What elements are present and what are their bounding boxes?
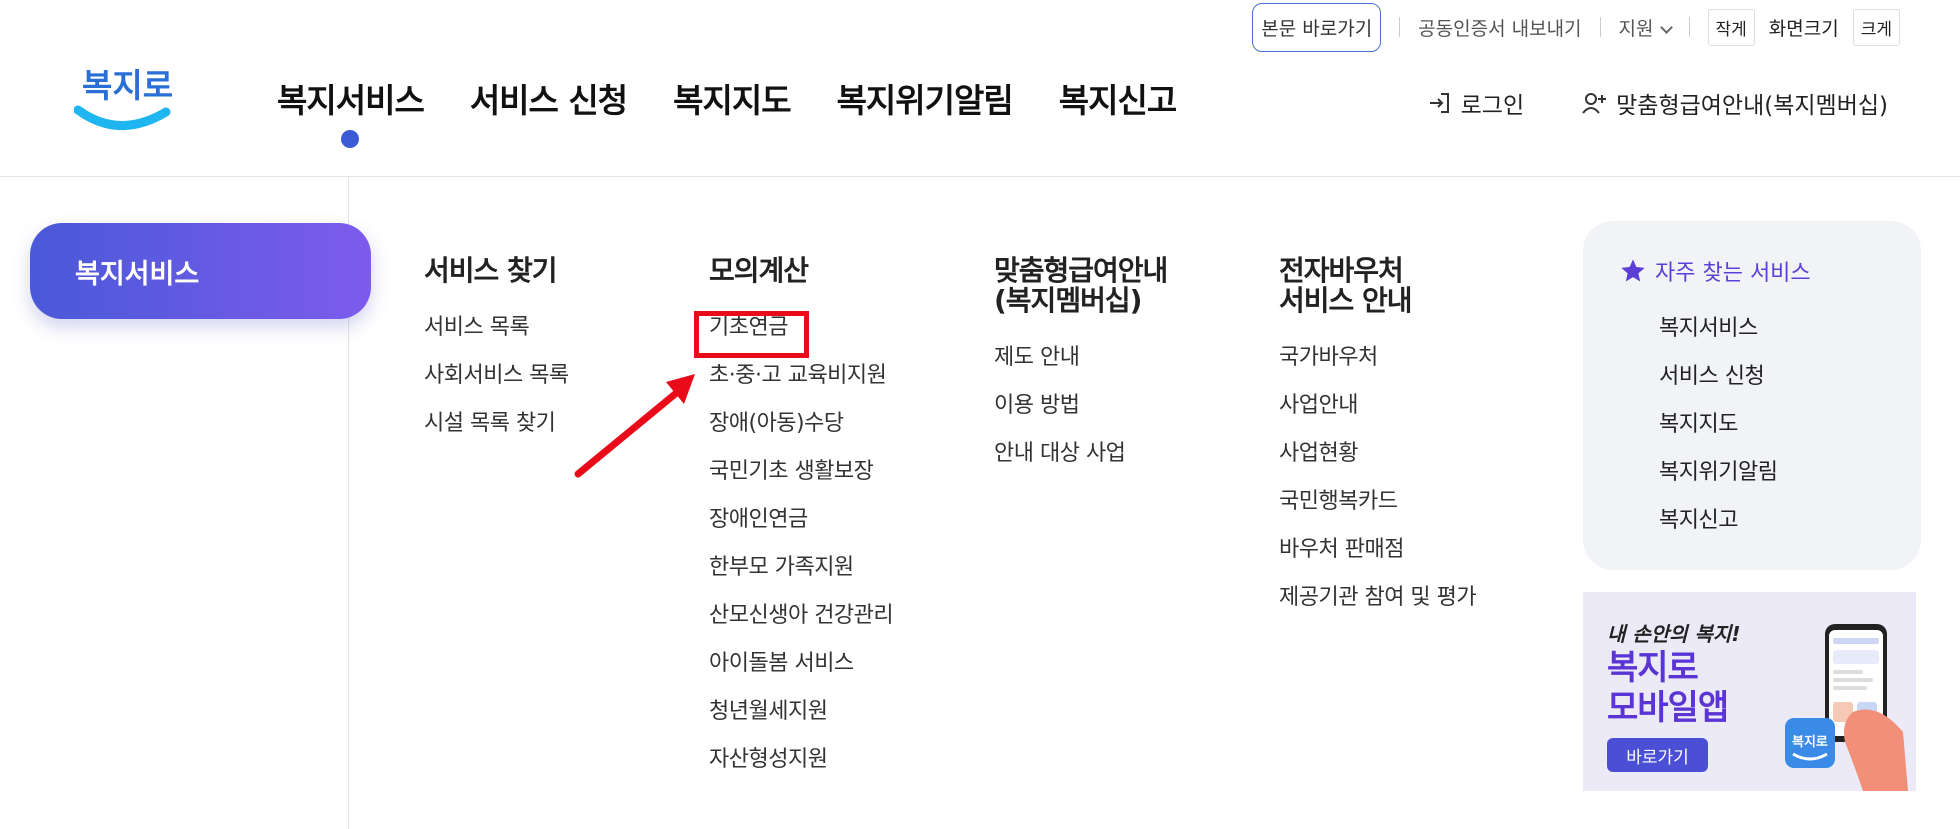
menu-column-voucher: 전자바우처 서비스 안내 국가바우처 사업안내 사업현황 국민행복카드 바우처 … — [1279, 256, 1477, 622]
menu-item-target-programs[interactable]: 안내 대상 사업 — [994, 430, 1167, 478]
nav-service-apply[interactable]: 서비스 신청 — [470, 74, 628, 122]
export-cert-link[interactable]: 공동인증서 내보내기 — [1418, 14, 1581, 41]
utility-bar: 본문 바로가기 공동인증서 내보내기 지원 작게 화면크기 크게 — [1252, 0, 1900, 54]
site-logo[interactable]: 복지로 — [73, 52, 174, 138]
menu-item-disability-child-allowance[interactable]: 장애(아동)수당 — [709, 400, 893, 448]
login-link[interactable]: 로그인 — [1425, 86, 1524, 120]
banner-go-button[interactable]: 바로가기 — [1607, 738, 1708, 772]
column-title: 전자바우처 서비스 안내 — [1279, 256, 1476, 316]
menu-item-asset-building[interactable]: 자산형성지원 — [709, 736, 893, 784]
star-icon — [1621, 259, 1645, 282]
menu-item-service-list[interactable]: 서비스 목록 — [424, 304, 569, 352]
column-title-line2: (복지멤버십) — [994, 284, 1142, 317]
menu-item-how-to-use[interactable]: 이용 방법 — [994, 382, 1167, 430]
divider — [1399, 17, 1401, 37]
menu-item-national-voucher[interactable]: 국가바우처 — [1279, 334, 1476, 382]
font-small-button[interactable]: 작게 — [1707, 8, 1755, 46]
menu-column-membership: 맞춤형급여안내 (복지멤버십) 제도 안내 이용 방법 안내 대상 사업 — [994, 254, 1168, 478]
favorite-item-service-apply[interactable]: 서비스 신청 — [1659, 353, 1777, 401]
favorites-title-label: 자주 찾는 서비스 — [1655, 261, 1811, 286]
favorites-panel: 자주 찾는 서비스 복지서비스 서비스 신청 복지지도 복지위기알림 복지신고 — [1583, 221, 1921, 570]
user-plus-icon — [1582, 93, 1607, 114]
column-title-line1: 전자바우처 — [1279, 254, 1404, 287]
banner-tagline: 내 손안의 복지! — [1607, 622, 1741, 646]
menu-item-youth-rent-support[interactable]: 청년월세지원 — [709, 688, 893, 736]
menu-item-voucher-store[interactable]: 바우처 판매점 — [1279, 526, 1476, 574]
main-nav: 복지서비스 서비스 신청 복지지도 복지위기알림 복지신고 — [277, 74, 1177, 148]
column-title: 맞춤형급여안내 (복지멤버십) — [994, 254, 1168, 317]
menu-item-maternal-newborn-care[interactable]: 산모신생아 건강관리 — [709, 592, 894, 640]
mobile-app-banner[interactable]: 내 손안의 복지! 복지로 모바일앱 바로가기 복지로 — [1583, 592, 1916, 791]
nav-welfare-report[interactable]: 복지신고 — [1059, 74, 1177, 122]
favorite-item-welfare-service[interactable]: 복지서비스 — [1659, 305, 1777, 353]
nav-crisis-alert[interactable]: 복지위기알림 — [837, 74, 1014, 122]
banner-title-line1: 복지로 — [1607, 648, 1699, 688]
annotation-highlight-box — [694, 311, 809, 358]
menu-item-facility-search[interactable]: 시설 목록 찾기 — [424, 400, 569, 448]
nav-welfare-service[interactable]: 복지서비스 — [277, 74, 425, 148]
divider — [1599, 17, 1601, 37]
divider — [1688, 17, 1690, 37]
chevron-down-icon — [1659, 20, 1673, 34]
menu-item-disability-pension[interactable]: 장애인연금 — [709, 496, 893, 544]
menu-item-single-parent-support[interactable]: 한부모 가족지원 — [709, 544, 893, 592]
banner-title: 복지로 모바일앱 — [1607, 648, 1729, 728]
login-label: 로그인 — [1460, 93, 1525, 119]
menu-item-happiness-card[interactable]: 국민행복카드 — [1279, 478, 1476, 526]
nav-welfare-map[interactable]: 복지지도 — [673, 74, 791, 122]
column-title: 서비스 찾기 — [424, 254, 558, 287]
header-actions: 로그인 맞춤형급여안내(복지멤버십) — [1425, 86, 1888, 120]
favorites-title: 자주 찾는 서비스 — [1619, 255, 1811, 287]
menu-item-basic-livelihood[interactable]: 국민기초 생활보장 — [709, 448, 893, 496]
favorite-item-welfare-report[interactable]: 복지신고 — [1659, 497, 1777, 545]
region-select[interactable]: 지원 — [1618, 14, 1673, 41]
favorite-item-welfare-map[interactable]: 복지지도 — [1659, 401, 1777, 449]
header-divider — [0, 176, 1960, 177]
column-title-line2: 서비스 안내 — [1279, 284, 1413, 317]
menu-item-provider-evaluation[interactable]: 제공기관 참여 및 평가 — [1279, 574, 1477, 622]
menu-item-system-guide[interactable]: 제도 안내 — [994, 334, 1167, 382]
annotation-arrow-icon — [574, 374, 695, 478]
menu-column-service-search: 서비스 찾기 서비스 목록 사회서비스 목록 시설 목록 찾기 — [424, 256, 569, 448]
column-title: 모의계산 — [709, 254, 809, 287]
font-size-label: 화면크기 — [1768, 17, 1839, 40]
menu-item-program-info[interactable]: 사업안내 — [1279, 382, 1476, 430]
side-menu-title[interactable]: 복지서비스 — [30, 223, 371, 319]
login-icon — [1429, 93, 1449, 113]
menu-item-program-status[interactable]: 사업현황 — [1279, 430, 1476, 478]
logo-text: 복지로 — [82, 66, 173, 105]
menu-item-child-care-service[interactable]: 아이돌봄 서비스 — [709, 640, 893, 688]
region-label: 지원 — [1618, 17, 1654, 40]
favorite-item-crisis-alert[interactable]: 복지위기알림 — [1659, 449, 1778, 497]
menu-item-education-support[interactable]: 초·중·고 교육비지원 — [709, 352, 893, 400]
membership-label: 맞춤형급여안내(복지멤버십) — [1616, 93, 1888, 119]
app-logo-text: 복지로 — [1792, 735, 1828, 750]
skip-to-content-link[interactable]: 본문 바로가기 — [1252, 2, 1382, 52]
logo-mark: 복지로 — [73, 66, 173, 130]
menu-item-social-service-list[interactable]: 사회서비스 목록 — [424, 352, 569, 400]
membership-link[interactable]: 맞춤형급여안내(복지멤버십) — [1580, 86, 1888, 120]
phone-illustration-icon: 복지로 — [1785, 624, 1908, 791]
banner-title-line2: 모바일앱 — [1607, 688, 1729, 728]
column-title-line1: 맞춤형급여안내 — [994, 254, 1168, 287]
font-large-button[interactable]: 크게 — [1852, 8, 1900, 46]
